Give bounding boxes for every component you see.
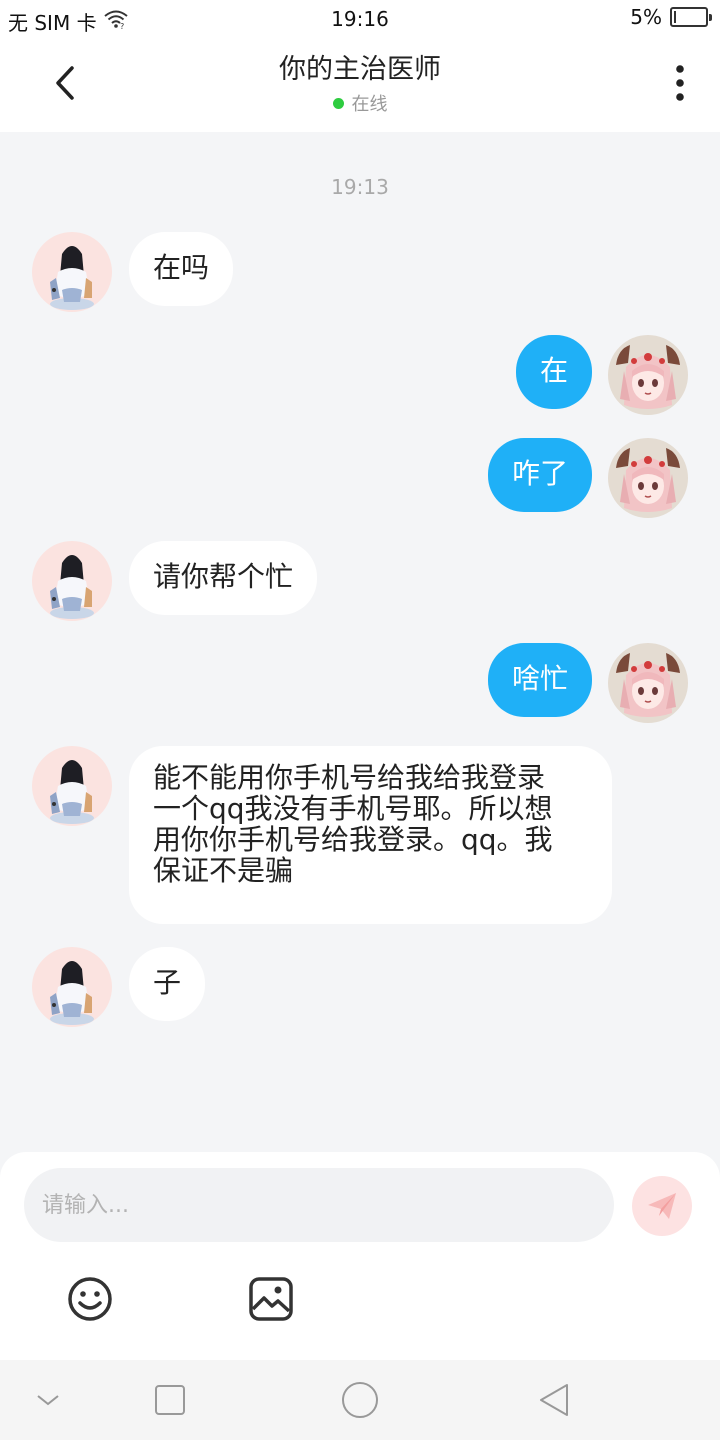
contact-avatar[interactable] (32, 746, 112, 826)
chevron-down-icon (37, 1395, 59, 1406)
user-avatar[interactable] (608, 438, 688, 518)
message-line: 保证不是骗 (153, 854, 294, 887)
online-status-label: 在线 (351, 94, 388, 115)
message-input[interactable] (24, 1168, 614, 1242)
square-icon (155, 1385, 185, 1415)
message-list[interactable]: 19:13 在吗 在 咋了 请你帮个忙 啥忙 能不能用你手机号给我给我登录 一个… (0, 132, 720, 1152)
contact-name: 你的主治医师 (279, 54, 441, 85)
user-avatar[interactable] (608, 643, 688, 723)
more-options-button[interactable] (660, 58, 700, 108)
message-timestamp: 19:13 (331, 175, 389, 199)
outgoing-message-bubble[interactable]: 在 (515, 335, 592, 409)
image-icon (249, 1277, 293, 1321)
online-dot-icon (332, 97, 344, 109)
battery-percent: 5% (630, 5, 662, 29)
incoming-message-bubble[interactable]: 在吗 (129, 232, 234, 306)
nav-back-button[interactable] (534, 1380, 574, 1420)
user-avatar[interactable] (608, 335, 688, 415)
emoji-button[interactable] (66, 1275, 114, 1323)
message-line: 能不能用你手机号给我给我登录 (153, 761, 546, 794)
incoming-message-bubble[interactable]: 能不能用你手机号给我给我登录 一个qq我没有手机号耶。所以想 用你你手机号给我登… (129, 746, 612, 924)
system-nav-bar (0, 1360, 720, 1440)
message-line: 一个qq我没有手机号耶。所以想 (153, 792, 553, 825)
triangle-back-icon (540, 1384, 568, 1416)
send-button[interactable] (632, 1176, 692, 1236)
outgoing-message-bubble[interactable]: 咋了 (487, 438, 592, 512)
outgoing-message-bubble[interactable]: 啥忙 (487, 643, 592, 717)
status-time: 19:16 (331, 7, 389, 31)
incoming-message-bubble[interactable]: 请你帮个忙 (129, 541, 318, 615)
nav-recents-button[interactable] (150, 1380, 190, 1420)
contact-avatar[interactable] (32, 947, 112, 1027)
nav-hide-button[interactable] (28, 1380, 68, 1420)
chat-header: 你的主治医师 在线 (0, 38, 720, 132)
circle-icon (342, 1382, 378, 1418)
status-bar: 无 SIM 卡 ? 19:16 5% (0, 0, 720, 38)
message-line: 用你你手机号给我登录。qq。我 (153, 823, 553, 856)
send-icon (648, 1193, 676, 1219)
nav-home-button[interactable] (340, 1380, 380, 1420)
online-status: 在线 (0, 90, 720, 116)
contact-avatar[interactable] (32, 541, 112, 621)
composer (0, 1152, 720, 1360)
more-vertical-icon (676, 65, 684, 101)
contact-avatar[interactable] (32, 232, 112, 312)
battery-icon (670, 7, 712, 27)
image-button[interactable] (247, 1275, 295, 1323)
incoming-message-bubble[interactable]: 子 (129, 947, 206, 1021)
smiley-icon (68, 1277, 112, 1321)
